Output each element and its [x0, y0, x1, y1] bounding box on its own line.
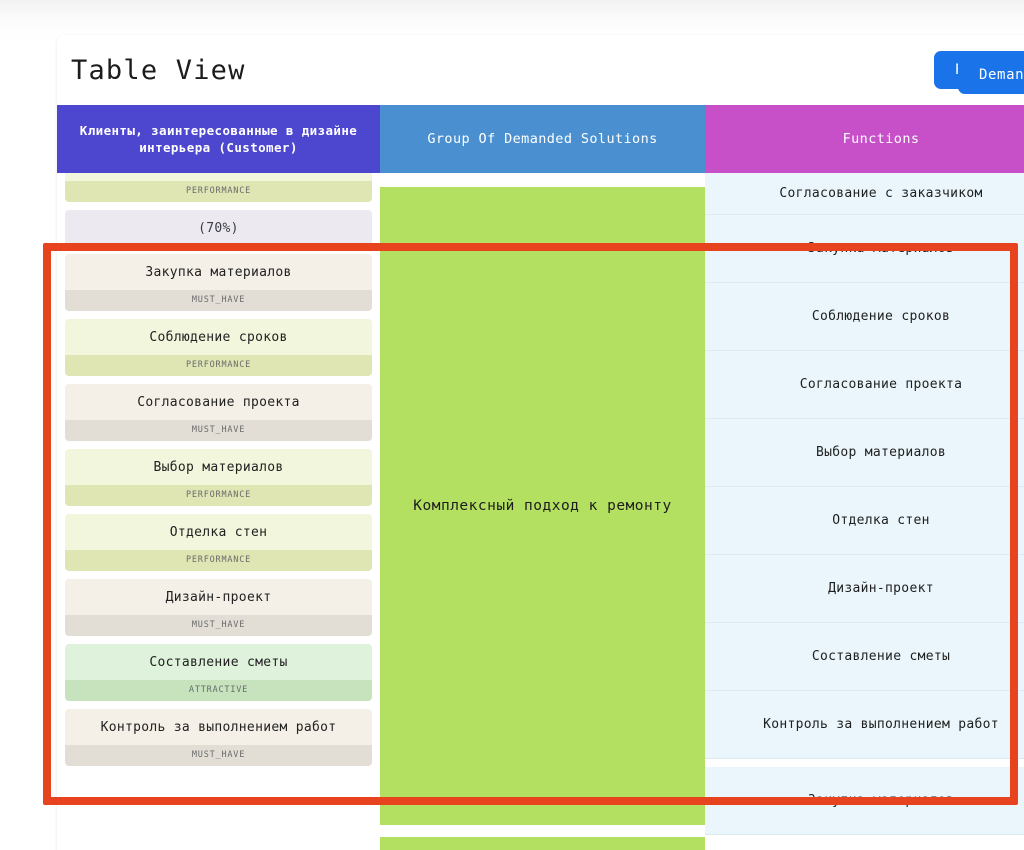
customer-card-category: MUST_HAVE — [65, 420, 372, 441]
customer-card-title: Согласование проекта — [65, 384, 372, 420]
customer-card-category: ATTRACTIVE — [65, 680, 372, 701]
customer-card-category: MUST_HAVE — [65, 290, 372, 311]
customer-card-category: PERFORMANCE — [65, 485, 372, 506]
table-view-panel: Table View Functions Клиенты, заинтересо… — [57, 35, 1024, 850]
customer-card[interactable]: Закупка материалов MUST_HAVE — [65, 254, 372, 311]
customer-card[interactable]: Согласование с заказчиком PERFORMANCE — [65, 173, 372, 202]
page-title: Table View — [71, 54, 246, 86]
customer-card[interactable]: Контроль за выполнением работ MUST_HAVE — [65, 709, 372, 766]
table-header-row: Клиенты, заинтересованные в дизайне инте… — [57, 105, 1024, 173]
column-header-customer[interactable]: Клиенты, заинтересованные в дизайне инте… — [57, 105, 380, 173]
functions-column: Согласование с заказчиком Закупка матери… — [705, 173, 1024, 850]
function-cell[interactable]: Отделка стен — [705, 487, 1024, 555]
customer-card-list: Согласование с заказчиком PERFORMANCE (7… — [57, 173, 380, 774]
customer-card[interactable]: Выбор материалов PERFORMANCE — [65, 449, 372, 506]
customer-card-category: PERFORMANCE — [65, 181, 372, 202]
screen: Table View Functions Клиенты, заинтересо… — [0, 0, 1024, 850]
function-cell[interactable]: Закупка материалов — [705, 767, 1024, 835]
customer-card-title: Соблюдение сроков — [65, 319, 372, 355]
customer-card-title: Дизайн-проект — [65, 579, 372, 615]
customer-card-category: PERFORMANCE — [65, 550, 372, 571]
customer-card-category: PERFORMANCE — [65, 355, 372, 376]
customer-card-title: Контроль за выполнением работ — [65, 709, 372, 745]
function-cell[interactable]: Соблюдение сроков — [705, 283, 1024, 351]
column-header-functions[interactable]: Functions — [705, 105, 1024, 173]
customer-card[interactable]: Соблюдение сроков PERFORMANCE — [65, 319, 372, 376]
customer-card-category: MUST_HAVE — [65, 615, 372, 636]
customer-card-category: MUST_HAVE — [65, 745, 372, 766]
function-cell[interactable]: Составление сметы — [705, 623, 1024, 691]
group-cell[interactable]: Комплексный подход к ремонту — [380, 187, 705, 825]
customer-card-title: Выбор материалов — [65, 449, 372, 485]
function-cell[interactable]: Согласование с заказчиком — [705, 173, 1024, 215]
customer-card-title: Отделка стен — [65, 514, 372, 550]
function-cell[interactable]: Контроль за выполнением работ — [705, 691, 1024, 759]
customer-card-progress[interactable]: (70%) — [65, 210, 372, 246]
functions-row-gap — [705, 759, 1024, 767]
customer-card[interactable]: Отделка стен PERFORMANCE — [65, 514, 372, 571]
function-cell[interactable]: Выбор материалов — [705, 419, 1024, 487]
table-body: Согласование с заказчиком PERFORMANCE (7… — [57, 173, 1024, 850]
column-header-group-of-demanded-solutions[interactable]: Group Of Demanded Solutions — [380, 105, 705, 173]
functions-cell-list: Согласование с заказчиком Закупка матери… — [705, 173, 1024, 835]
function-cell[interactable]: Дизайн-проект — [705, 555, 1024, 623]
customer-card[interactable]: Согласование проекта MUST_HAVE — [65, 384, 372, 441]
customer-column: Согласование с заказчиком PERFORMANCE (7… — [57, 173, 380, 850]
toolbar: Table View Functions — [57, 35, 1024, 105]
function-cell[interactable]: Согласование проекта — [705, 351, 1024, 419]
customer-card-title: Составление сметы — [65, 644, 372, 680]
customer-card-title: Согласование с заказчиком — [65, 173, 372, 181]
customer-card[interactable]: Дизайн-проект MUST_HAVE — [65, 579, 372, 636]
demanded-solutions-button[interactable]: Demanded Solutions — [958, 56, 1024, 94]
customer-card-progress-value: (70%) — [65, 210, 372, 246]
function-cell[interactable]: Закупка материалов — [705, 215, 1024, 283]
group-cell-continuation[interactable] — [380, 837, 705, 850]
customer-card[interactable]: Составление сметы ATTRACTIVE — [65, 644, 372, 701]
customer-card-title: Закупка материалов — [65, 254, 372, 290]
group-column: Комплексный подход к ремонту — [380, 173, 705, 850]
